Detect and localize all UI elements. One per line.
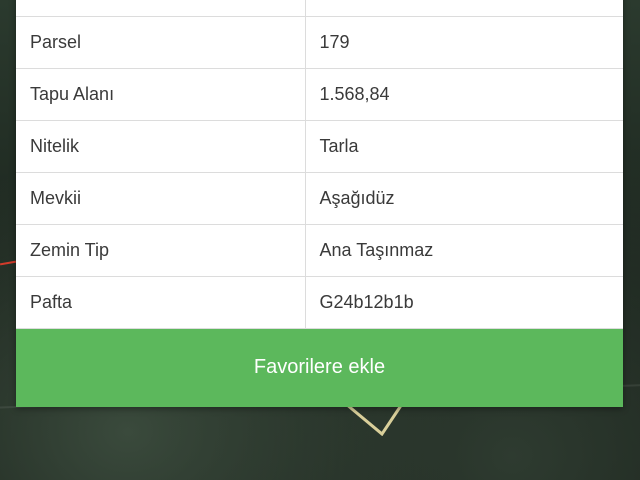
row-value: Aşağıdüz	[305, 172, 623, 225]
table-cell-label	[16, 0, 306, 17]
row-value: 179	[305, 16, 623, 69]
table-row-partial	[16, 0, 623, 17]
table-row-pafta: Pafta G24b12b1b	[16, 276, 623, 329]
table-row-tapu-alani: Tapu Alanı 1.568,84	[16, 68, 623, 121]
row-label: Zemin Tip	[16, 224, 306, 277]
table-row-parsel: Parsel 179	[16, 16, 623, 69]
row-label: Mevkii	[16, 172, 306, 225]
table-row-mevkii: Mevkii Aşağıdüz	[16, 172, 623, 225]
row-value: G24b12b1b	[305, 276, 623, 329]
row-value: Tarla	[305, 120, 623, 173]
parcel-outline-icon	[344, 402, 404, 436]
table-row-nitelik: Nitelik Tarla	[16, 120, 623, 173]
parcel-info-table: Parsel 179 Tapu Alanı 1.568,84 Nitelik T…	[16, 0, 623, 329]
table-cell-value	[305, 0, 623, 17]
row-label: Pafta	[16, 276, 306, 329]
parcel-info-sheet: Parsel 179 Tapu Alanı 1.568,84 Nitelik T…	[16, 0, 623, 407]
table-row-zemin-tip: Zemin Tip Ana Taşınmaz	[16, 224, 623, 277]
add-to-favorites-button[interactable]: Favorilere ekle	[16, 328, 623, 407]
row-label: Tapu Alanı	[16, 68, 306, 121]
row-label: Nitelik	[16, 120, 306, 173]
row-value: Ana Taşınmaz	[305, 224, 623, 277]
row-label: Parsel	[16, 16, 306, 69]
row-value: 1.568,84	[305, 68, 623, 121]
